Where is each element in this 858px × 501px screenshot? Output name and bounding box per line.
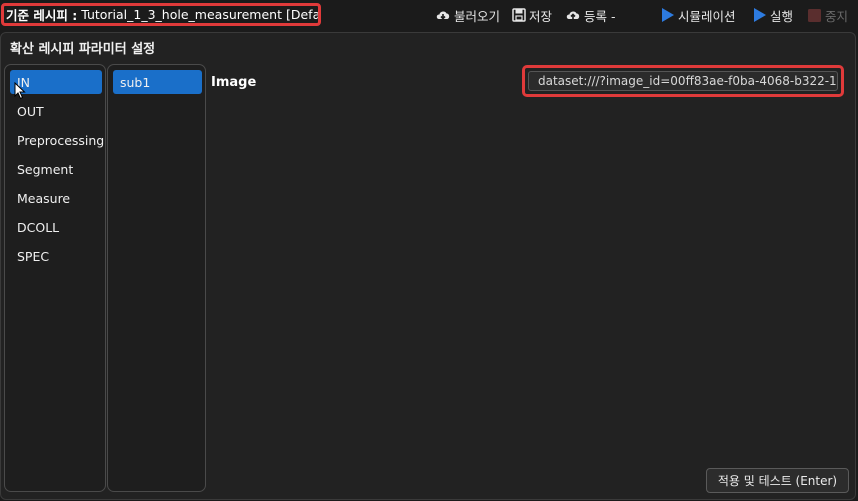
simulate-label: 시뮬레이션 bbox=[678, 8, 736, 24]
subitem-sub1[interactable]: sub1 bbox=[113, 70, 202, 94]
apply-and-test-button[interactable]: 적용 및 테스트 (Enter) bbox=[706, 468, 849, 493]
image-path-input[interactable] bbox=[528, 71, 838, 91]
category-item-preprocessing[interactable]: Preprocessing bbox=[10, 128, 104, 152]
category-item-dcoll[interactable]: DCOLL bbox=[10, 215, 102, 239]
top-bar: 기준 레시피 : Tutorial_1_3_hole_measurement [… bbox=[0, 0, 858, 30]
cloud-download-icon bbox=[436, 11, 450, 20]
save-button[interactable]: 저장 bbox=[512, 6, 552, 24]
register-label: 등록 - bbox=[584, 8, 616, 24]
run-label: 실행 bbox=[770, 8, 794, 24]
cloud-upload-icon bbox=[566, 11, 580, 19]
register-button[interactable]: 등록 - bbox=[565, 6, 615, 24]
category-item-out[interactable]: OUT bbox=[10, 99, 102, 123]
save-icon bbox=[512, 8, 526, 22]
simulate-button[interactable]: 시뮬레이션 bbox=[661, 6, 736, 24]
stop-label: 중지 bbox=[825, 8, 849, 24]
save-label: 저장 bbox=[529, 8, 553, 24]
cursor-icon bbox=[14, 82, 26, 100]
category-item-measure[interactable]: Measure bbox=[10, 186, 102, 210]
load-button[interactable]: 불러오기 bbox=[435, 6, 500, 24]
load-label: 불러오기 bbox=[454, 8, 501, 24]
image-field-label: Image bbox=[211, 75, 257, 90]
base-recipe-title: 기준 레시피 : Tutorial_1_3_hole_measurement [… bbox=[1, 3, 321, 26]
run-button[interactable]: 실행 bbox=[753, 6, 793, 24]
category-item-segment[interactable]: Segment bbox=[10, 157, 102, 181]
base-recipe-label: 기준 레시피 : bbox=[6, 8, 78, 23]
panel-title: 확산 레시피 파라미터 설정 bbox=[10, 42, 156, 57]
play-icon bbox=[662, 8, 674, 22]
stop-button[interactable]: 중지 bbox=[807, 6, 848, 24]
category-item-spec[interactable]: SPEC bbox=[10, 244, 102, 268]
base-recipe-name: Tutorial_1_3_hole_measurement [Default] bbox=[81, 7, 321, 22]
image-field-highlight bbox=[522, 65, 844, 97]
play-icon bbox=[754, 8, 766, 22]
category-list: IN OUT Preprocessing Segment Measure DCO… bbox=[4, 64, 106, 492]
subitem-list: sub1 bbox=[107, 64, 206, 492]
stop-icon bbox=[808, 8, 821, 22]
